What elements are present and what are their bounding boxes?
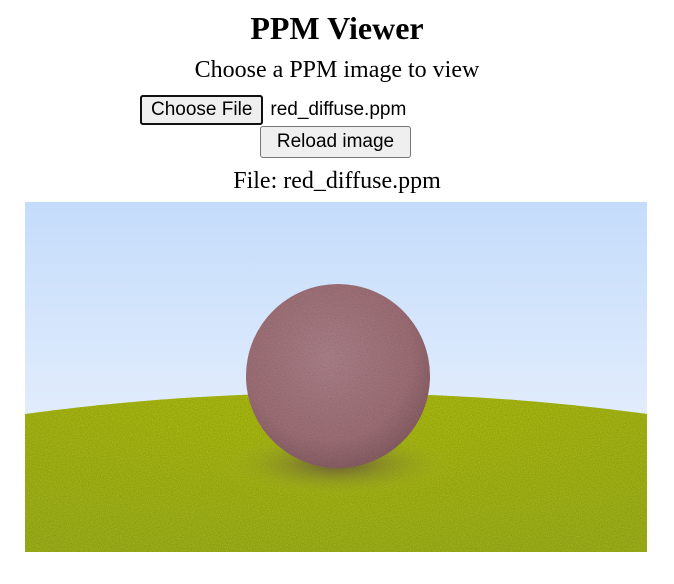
page-subtitle: Choose a PPM image to view (194, 57, 480, 83)
reload-image-button[interactable]: Reload image (260, 126, 411, 158)
file-input[interactable]: Choose File red_diffuse.ppm (140, 94, 406, 126)
current-file-label: File: red_diffuse.ppm (233, 168, 441, 194)
reload-row: Reload image (260, 126, 411, 158)
selected-file-name: red_diffuse.ppm (270, 99, 407, 120)
ppm-viewer-page: PPM Viewer Choose a PPM image to view Ch… (0, 0, 674, 584)
rendered-ppm-image (25, 202, 647, 552)
page-title: PPM Viewer (250, 10, 424, 46)
sphere-noise (246, 284, 430, 468)
choose-file-button[interactable]: Choose File (140, 95, 264, 125)
